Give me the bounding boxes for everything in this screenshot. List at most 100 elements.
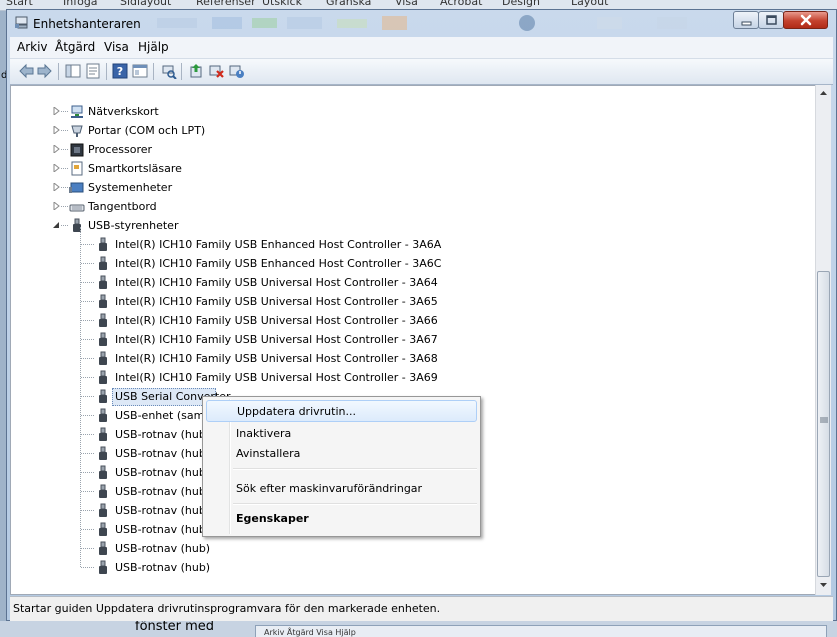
scan-hardware-icon[interactable] xyxy=(160,63,177,79)
ribbon-tab: Design xyxy=(502,0,540,8)
tree-category-label: Nätverkskort xyxy=(88,105,159,118)
tree-item[interactable]: Intel(R) ICH10 Family USB Enhanced Host … xyxy=(11,235,791,254)
usb-device-icon xyxy=(99,351,107,365)
toolbar-separator xyxy=(181,63,182,80)
forward-icon[interactable] xyxy=(36,63,53,79)
tree-category[interactable]: Smartkortsläsare xyxy=(11,159,791,178)
expand-arrow-icon[interactable] xyxy=(53,107,60,115)
tree-item[interactable]: Intel(R) ICH10 Family USB Universal Host… xyxy=(11,349,791,368)
expand-arrow-icon[interactable] xyxy=(53,202,60,210)
tree-item[interactable]: Intel(R) ICH10 Family USB Universal Host… xyxy=(11,273,791,292)
tree-item-label: USB-rotnav (hub) xyxy=(115,561,211,574)
menu-item-uninstall[interactable]: Avinstallera xyxy=(206,443,477,465)
smartcard-reader-icon xyxy=(71,161,83,176)
minimize-icon xyxy=(741,21,752,26)
menu-arkiv[interactable]: Arkiv xyxy=(17,40,48,54)
tree-category[interactable]: Systemenheter xyxy=(11,178,791,197)
menu-bar: Arkiv Åtgärd Visa Hjälp xyxy=(10,37,833,59)
tree-item[interactable]: Intel(R) ICH10 Family USB Universal Host… xyxy=(11,292,791,311)
expand-arrow-icon[interactable] xyxy=(53,126,60,134)
usb-device-icon xyxy=(99,484,107,498)
status-bar: Startar guiden Uppdatera drivrutinsprogr… xyxy=(10,596,833,621)
tree-item-label: Intel(R) ICH10 Family USB Enhanced Host … xyxy=(115,238,442,251)
tree-category[interactable]: Portar (COM och LPT) xyxy=(11,121,791,140)
usb-device-icon xyxy=(99,389,107,403)
uninstall-icon[interactable] xyxy=(208,63,225,79)
usb-device-icon xyxy=(99,370,107,384)
menu-item-update-driver[interactable]: Uppdatera drivrutin... xyxy=(206,400,477,422)
properties-icon[interactable] xyxy=(85,63,102,79)
tree-connector xyxy=(81,415,94,416)
usb-device-icon xyxy=(99,275,107,289)
update-driver-icon[interactable] xyxy=(188,63,205,79)
close-icon xyxy=(800,14,812,26)
tree-connector xyxy=(61,111,68,112)
view-icon[interactable] xyxy=(132,63,149,79)
tree-category[interactable]: Tangentbord xyxy=(11,197,791,216)
usb-device-icon xyxy=(99,427,107,441)
background-window-menu: Arkiv Åtgärd Visa Hjälp xyxy=(264,628,356,637)
system-devices-icon xyxy=(69,182,84,193)
menu-item-label: Uppdatera drivrutin... xyxy=(237,405,356,418)
menu-hjalp[interactable]: Hjälp xyxy=(138,40,169,54)
back-icon[interactable] xyxy=(18,63,35,79)
tree-connector xyxy=(81,453,94,454)
menu-atgard[interactable]: Åtgärd xyxy=(55,40,95,54)
usb-device-icon xyxy=(99,465,107,479)
keyboard-icon xyxy=(69,204,85,212)
tree-connector xyxy=(61,206,68,207)
usb-device-icon xyxy=(99,313,107,327)
tree-connector xyxy=(61,149,68,150)
tree-item[interactable]: USB-rotnav (hub) xyxy=(11,558,791,577)
tree-connector xyxy=(81,491,94,492)
maximize-button[interactable] xyxy=(758,11,784,29)
menu-item-disable[interactable]: Inaktivera xyxy=(206,423,477,445)
tree-item-label: Intel(R) ICH10 Family USB Enhanced Host … xyxy=(115,257,442,270)
tree-item[interactable]: Intel(R) ICH10 Family USB Universal Host… xyxy=(11,330,791,349)
tree-category[interactable]: Nätverkskort xyxy=(11,102,791,121)
tree-item[interactable]: Intel(R) ICH10 Family USB Universal Host… xyxy=(11,368,791,387)
tree-item-label: Intel(R) ICH10 Family USB Universal Host… xyxy=(115,276,438,289)
show-hide-tree-icon[interactable] xyxy=(65,63,82,79)
usb-device-icon xyxy=(99,237,107,251)
context-menu: Uppdatera drivrutin... Inaktivera Avinst… xyxy=(202,396,481,537)
tree-category-label: Tangentbord xyxy=(88,200,157,213)
minimize-button[interactable] xyxy=(733,11,759,29)
menu-item-scan-hardware[interactable]: Sök efter maskinvaruförändringar xyxy=(206,478,477,500)
expand-arrow-icon[interactable] xyxy=(53,183,60,191)
usb-device-icon xyxy=(99,560,107,574)
tree-item[interactable]: Intel(R) ICH10 Family USB Enhanced Host … xyxy=(11,254,791,273)
scroll-down-arrow-icon[interactable] xyxy=(819,582,828,588)
menu-visa[interactable]: Visa xyxy=(104,40,129,54)
ribbon-tab: Referenser xyxy=(196,0,256,8)
help-icon[interactable]: ? xyxy=(112,63,129,79)
tree-item[interactable]: Intel(R) ICH10 Family USB Universal Host… xyxy=(11,311,791,330)
tree-category[interactable]: USB-styrenheter xyxy=(11,216,791,235)
menu-separator xyxy=(233,503,477,505)
close-button[interactable] xyxy=(783,11,828,29)
tree-item[interactable]: USB-rotnav (hub) xyxy=(11,539,791,558)
menu-item-properties[interactable]: Egenskaper xyxy=(206,508,477,530)
tree-connector xyxy=(81,320,94,321)
menu-item-label: Sök efter maskinvaruförändringar xyxy=(236,482,423,495)
expand-arrow-icon[interactable] xyxy=(53,145,60,153)
title-bar[interactable]: Enhetshanteraren xyxy=(7,10,836,37)
ribbon-tab: Infoga xyxy=(63,0,98,8)
tree-category[interactable]: Processorer xyxy=(11,140,791,159)
expand-arrow-icon[interactable] xyxy=(53,164,60,172)
scroll-up-arrow-icon[interactable] xyxy=(819,90,828,96)
vertical-scrollbar[interactable] xyxy=(815,85,831,595)
network-adapter-icon xyxy=(71,105,83,118)
tree-connector xyxy=(81,244,94,245)
tree-connector xyxy=(81,263,94,264)
scrollbar-thumb[interactable] xyxy=(817,271,830,577)
disable-icon[interactable] xyxy=(228,63,245,79)
background-document-text: fönster med xyxy=(135,621,215,634)
tree-connector xyxy=(61,130,68,131)
port-icon xyxy=(71,125,83,137)
toolbar: ? xyxy=(10,59,833,85)
tree-connector xyxy=(81,377,94,378)
tree-connector xyxy=(81,396,94,397)
collapse-arrow-icon[interactable] xyxy=(53,221,60,229)
ribbon-tab: Utskick xyxy=(262,0,302,8)
